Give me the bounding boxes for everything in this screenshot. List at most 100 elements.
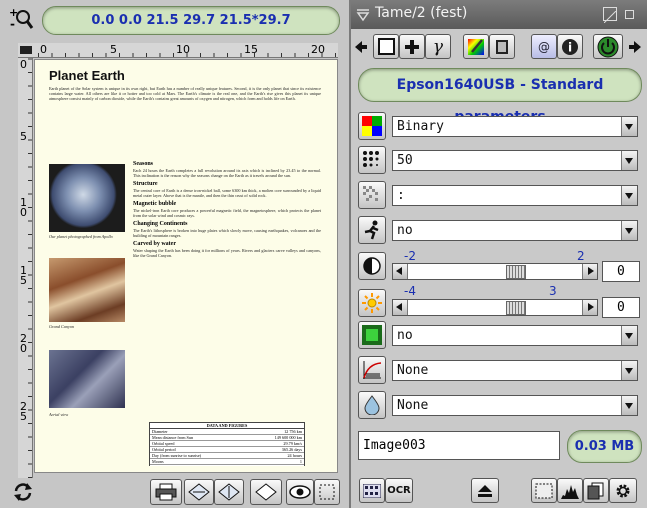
filter-select[interactable]: None (392, 395, 638, 416)
table-cell: 149 600 000 km (274, 435, 302, 440)
ocr-button[interactable]: OCR (385, 478, 413, 503)
image-name-field[interactable]: Image003 (358, 431, 560, 460)
dropdown-arrow-icon (621, 186, 637, 205)
print-button[interactable] (150, 479, 182, 505)
menu-icon[interactable] (356, 7, 370, 22)
scanner-name-display: Epson1640USB - Standard parameters (358, 68, 642, 125)
slider-left-arrow-icon[interactable] (393, 300, 408, 315)
window-title: Tame/2 (fest) (375, 5, 468, 21)
runner-icon (364, 220, 379, 240)
caption-aerial: Aerial view (49, 412, 69, 417)
preview-area[interactable]: Planet Earth Earth planet of the Solar s… (34, 59, 338, 473)
resolution-icon-button[interactable] (358, 146, 386, 174)
section-text: The Earth's lithosphere is broken into h… (133, 228, 321, 238)
eject-button[interactable] (471, 478, 499, 503)
brightness-value[interactable]: 0 (602, 297, 640, 318)
brightness-min: -4 (404, 284, 416, 298)
brightness-slider[interactable] (392, 299, 598, 316)
table-cell: 24 hours (287, 453, 302, 458)
window-title-bar[interactable]: Tame/2 (fest) (351, 0, 647, 29)
dropdown-arrow-icon (621, 221, 637, 240)
preview-eye-button[interactable] (286, 479, 314, 505)
left-arrow-icon[interactable] (355, 39, 367, 53)
gamma-button[interactable]: γ (425, 34, 451, 59)
pattern-select[interactable]: : (392, 185, 638, 206)
dropdown-arrow-icon (621, 361, 637, 380)
resolution-select[interactable]: 50 (392, 150, 638, 171)
contrast-slider[interactable] (392, 263, 598, 280)
zoom-window-icon[interactable] (603, 7, 617, 24)
scanner-button[interactable]: @ (531, 34, 557, 59)
filter-value: None (397, 398, 429, 413)
info-button[interactable]: i (557, 34, 583, 59)
color-tool-button[interactable] (463, 34, 489, 59)
eye-icon (289, 485, 311, 499)
threshold-icon (362, 325, 382, 345)
ruler-label: 10 (20, 196, 27, 219)
threshold-select[interactable]: no (392, 325, 638, 346)
grid-icon (363, 483, 381, 498)
rotate-left-button[interactable] (184, 479, 214, 505)
flip-button[interactable] (250, 479, 282, 505)
document-title: Planet Earth (49, 68, 125, 83)
coordinates-display: 0.0 0.0 21.5 29.7 21.5*29.7 (42, 6, 340, 35)
rotate-right-button[interactable] (214, 479, 244, 505)
ruler-label: 5 (20, 130, 27, 143)
gamma-select[interactable]: None (392, 360, 638, 381)
frame-tool-button[interactable] (373, 34, 399, 59)
table-cell: Orbital period (152, 447, 176, 452)
table-cell: 12 756 km (284, 429, 302, 434)
dropdown-arrow-icon (621, 326, 637, 345)
copy-button[interactable] (583, 478, 609, 503)
ruler-label: 15 (20, 264, 27, 287)
contrast-max: 2 (577, 249, 585, 263)
contrast-value[interactable]: 0 (602, 261, 640, 282)
gamma-curve-icon-button[interactable] (358, 356, 386, 384)
pattern-icon-button[interactable] (358, 181, 386, 209)
slider-right-arrow-icon[interactable] (582, 300, 597, 315)
resolution-value: 50 (397, 153, 413, 168)
add-button[interactable] (399, 34, 425, 59)
image-tool-button[interactable] (489, 34, 515, 59)
image-size: 0.03 MB (574, 439, 635, 454)
section-heading: Carved by water (133, 241, 176, 247)
select-area-button[interactable] (314, 479, 340, 505)
marquee-icon (535, 483, 553, 498)
section-heading: Structure (133, 181, 158, 187)
grid-button[interactable] (359, 478, 385, 503)
slider-thumb[interactable] (506, 265, 526, 279)
right-arrow-icon[interactable] (629, 39, 641, 53)
document-intro: Earth planet of the Solar system is uniq… (49, 86, 321, 101)
caption-earth: Our planet photographed from Apollo (49, 234, 113, 239)
refresh-icon[interactable] (12, 481, 34, 503)
auto-select[interactable]: no (392, 220, 638, 241)
brightness-icon-button[interactable] (358, 289, 386, 317)
close-window-icon[interactable] (625, 10, 634, 19)
slider-left-arrow-icon[interactable] (393, 264, 408, 279)
section-text: The nickel-iron Earth core produces a po… (133, 208, 321, 218)
slider-thumb[interactable] (506, 301, 526, 315)
marquee-button[interactable] (531, 478, 557, 503)
settings-button[interactable] (609, 478, 637, 503)
canyon-photo (49, 258, 125, 322)
dropdown-arrow-icon (621, 396, 637, 415)
eject-icon (478, 484, 492, 497)
threshold-icon-button[interactable] (358, 321, 386, 349)
paint-brush-icon (468, 38, 484, 55)
table-cell: 29.79 km/s (283, 441, 302, 446)
dither-pattern-icon (363, 186, 378, 201)
ocr-label: OCR (387, 485, 411, 496)
dropdown-arrow-icon (621, 151, 637, 170)
threshold-value: no (397, 328, 413, 343)
slider-right-arrow-icon[interactable] (582, 264, 597, 279)
power-button[interactable] (593, 34, 623, 59)
mode-icon-button[interactable] (358, 112, 386, 140)
mode-select[interactable]: Binary (392, 116, 638, 137)
at-icon: @ (538, 39, 550, 54)
drop-icon (364, 395, 380, 415)
zoom-tool-icon[interactable]: + - (8, 6, 34, 32)
contrast-icon-button[interactable] (358, 252, 386, 280)
auto-icon-button[interactable] (358, 216, 386, 244)
histogram-button[interactable] (557, 478, 583, 503)
filter-icon-button[interactable] (358, 391, 386, 419)
